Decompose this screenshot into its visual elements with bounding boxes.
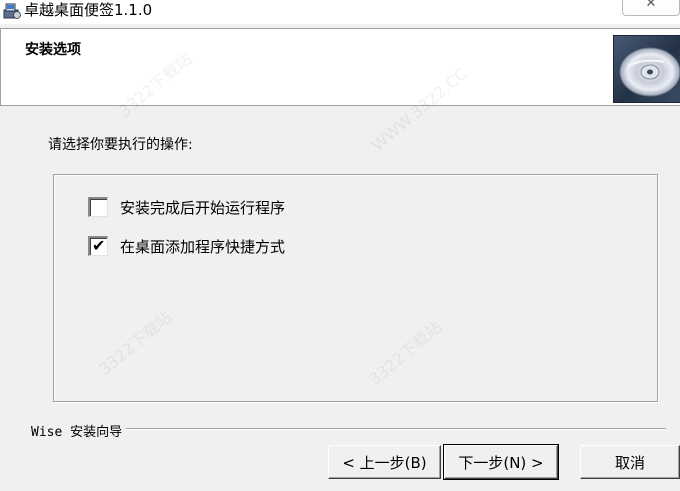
footer-separator bbox=[31, 428, 666, 430]
option-label: 安装完成后开始运行程序 bbox=[120, 198, 286, 217]
window-title: 卓越桌面便签1.1.0 bbox=[24, 1, 153, 19]
desktop-shortcut-checkbox[interactable]: ✔ bbox=[88, 236, 108, 256]
checkmark-icon: ✔ bbox=[92, 236, 106, 255]
close-icon: ✕ bbox=[645, 0, 657, 11]
cd-disc-icon bbox=[613, 35, 680, 103]
page-title: 安装选项 bbox=[25, 42, 81, 58]
option-label: 在桌面添加程序快捷方式 bbox=[120, 237, 286, 256]
close-button[interactable]: ✕ bbox=[622, 0, 680, 16]
wizard-brand-label: Wise 安装向导 bbox=[31, 421, 127, 440]
option-desktop-shortcut[interactable]: ✔ 在桌面添加程序快捷方式 bbox=[88, 235, 285, 257]
installer-app-icon bbox=[3, 3, 21, 19]
header-panel: 安装选项 bbox=[0, 28, 680, 106]
title-bar: 卓越桌面便签1.1.0 ✕ bbox=[0, 0, 680, 24]
back-button[interactable]: < 上一步(B) bbox=[328, 445, 441, 479]
instruction-text: 请选择你要执行的操作: bbox=[48, 137, 193, 153]
run-after-install-checkbox[interactable] bbox=[88, 197, 108, 217]
option-run-after-install[interactable]: 安装完成后开始运行程序 bbox=[88, 196, 285, 218]
cancel-button[interactable]: 取消 bbox=[580, 445, 680, 479]
next-button[interactable]: 下一步(N) > bbox=[443, 444, 559, 480]
